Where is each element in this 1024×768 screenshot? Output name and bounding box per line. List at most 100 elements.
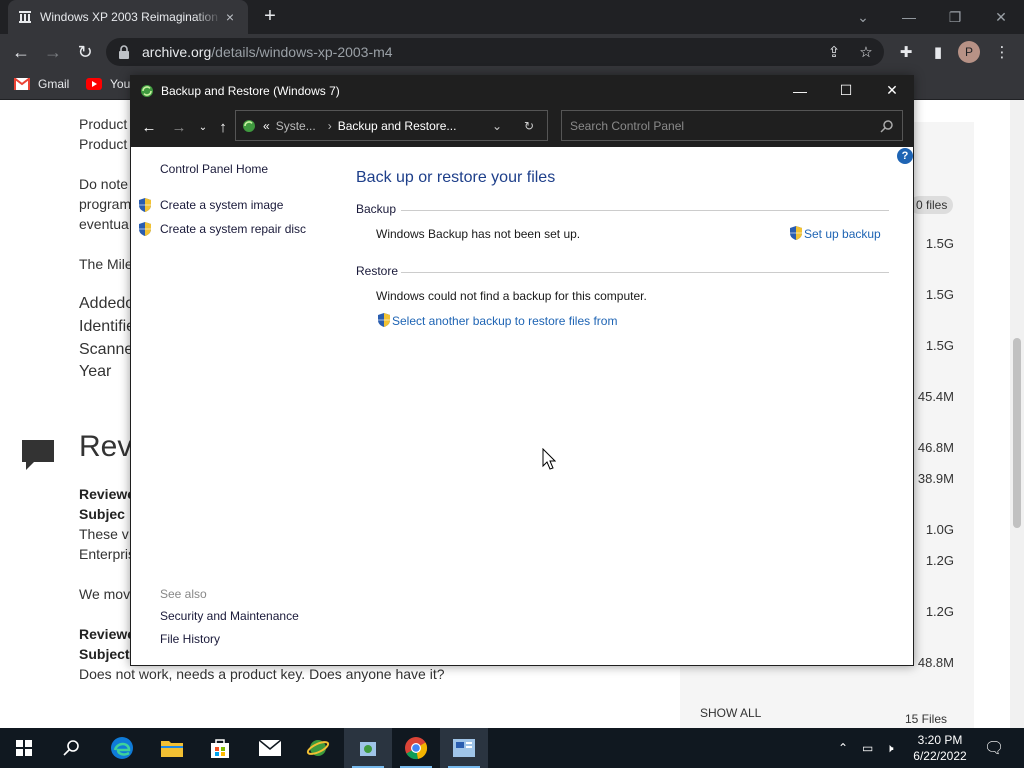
review-line: These v bbox=[79, 526, 129, 542]
chevron-right-icon: › bbox=[327, 118, 332, 133]
url-path: /details/windows-xp-2003-m4 bbox=[211, 44, 393, 60]
address-bar[interactable]: archive.org/details/windows-xp-2003-m4 ⇪… bbox=[106, 38, 884, 66]
shield-icon bbox=[139, 222, 151, 236]
forward-arrow-icon[interactable]: → bbox=[169, 117, 189, 137]
backup-restore-icon bbox=[360, 742, 376, 756]
bookmark-gmail[interactable]: Gmail bbox=[14, 77, 69, 91]
create-repair-disc-link[interactable]: Create a system repair disc bbox=[160, 222, 306, 236]
maximize-window-button[interactable]: ☐ bbox=[823, 76, 869, 105]
chrome-icon bbox=[405, 737, 428, 760]
side-panel-icon[interactable]: ▮ bbox=[928, 42, 948, 62]
edge-app[interactable] bbox=[98, 728, 146, 768]
shield-icon bbox=[139, 198, 151, 212]
control-panel-app[interactable] bbox=[440, 728, 488, 768]
minimize-window-button[interactable]: — bbox=[777, 76, 823, 105]
window-content: ? Control Panel Home Create a system ima… bbox=[131, 147, 913, 665]
review-line: Reviewe bbox=[79, 486, 136, 502]
review-line: Subject bbox=[79, 646, 130, 662]
scrollbar-thumb[interactable] bbox=[1013, 338, 1021, 528]
close-window-button[interactable]: ✕ bbox=[869, 76, 915, 105]
browser-tab[interactable]: Windows XP 2003 Reimagination × bbox=[8, 0, 248, 34]
tab-search-icon[interactable]: ⌄ bbox=[840, 0, 886, 34]
taskbar: ⌃ ▭ 🕨 3:20 PM 6/22/2022 🗨 bbox=[0, 728, 1024, 768]
show-all-link[interactable]: SHOW ALL bbox=[700, 706, 761, 720]
clock[interactable]: 3:20 PM 6/22/2022 bbox=[910, 732, 970, 764]
breadcrumb-current[interactable]: Backup and Restore... bbox=[338, 119, 457, 133]
network-icon[interactable]: ▭ bbox=[862, 728, 873, 768]
shield-icon bbox=[378, 313, 390, 327]
show-hidden-icons[interactable]: ⌃ bbox=[838, 728, 848, 768]
close-tab-icon[interactable]: × bbox=[222, 9, 238, 25]
control-panel-home-link[interactable]: Control Panel Home bbox=[160, 162, 268, 176]
review-line: Subjec bbox=[79, 506, 125, 522]
refresh-icon[interactable]: ↻ bbox=[524, 119, 534, 133]
ie-app[interactable] bbox=[294, 728, 342, 768]
back-arrow-icon[interactable]: ← bbox=[139, 117, 159, 137]
explorer-address-row: ← → ⌄ ↑ « Syste... › Backup and Restore.… bbox=[131, 105, 913, 147]
search-icon bbox=[880, 120, 893, 133]
help-icon[interactable]: ? bbox=[897, 148, 913, 164]
notifications-icon[interactable]: 🗨 bbox=[984, 728, 1004, 768]
set-up-backup-link[interactable]: Set up backup bbox=[804, 227, 881, 241]
up-arrow-icon[interactable]: ↑ bbox=[213, 117, 233, 137]
volume-icon[interactable]: 🕨 bbox=[886, 728, 894, 768]
extensions-icon[interactable]: ✚ bbox=[896, 42, 916, 62]
backup-restore-app[interactable] bbox=[344, 728, 392, 768]
bookmark-star-icon[interactable]: ☆ bbox=[856, 42, 876, 62]
menu-icon[interactable]: ⋮ bbox=[992, 42, 1012, 62]
lock-icon bbox=[119, 45, 129, 59]
chevron-down-icon[interactable]: ⌄ bbox=[492, 119, 502, 133]
select-another-backup-link[interactable]: Select another backup to restore files f… bbox=[392, 314, 617, 328]
store-app[interactable] bbox=[196, 728, 244, 768]
youtube-icon bbox=[86, 78, 102, 90]
page-scrollbar[interactable] bbox=[1010, 100, 1024, 728]
folder-icon bbox=[161, 741, 183, 757]
search-control-panel-input[interactable]: Search Control Panel bbox=[561, 110, 903, 141]
profile-avatar[interactable]: P bbox=[958, 41, 980, 63]
meta-label: Scanne bbox=[79, 341, 134, 358]
shield-icon bbox=[790, 226, 802, 240]
back-icon[interactable]: ← bbox=[8, 39, 34, 65]
file-count: 15 Files bbox=[905, 712, 948, 726]
search-icon bbox=[63, 740, 79, 756]
comment-icon bbox=[22, 440, 54, 470]
minimize-browser-button[interactable]: — bbox=[886, 0, 932, 34]
recent-locations-icon[interactable]: ⌄ bbox=[193, 117, 213, 137]
security-maintenance-link[interactable]: Security and Maintenance bbox=[160, 609, 299, 623]
clock-time: 3:20 PM bbox=[917, 733, 963, 747]
share-icon[interactable]: ⇪ bbox=[824, 42, 844, 62]
close-browser-button[interactable]: ✕ bbox=[978, 0, 1024, 34]
file-explorer-app[interactable] bbox=[148, 728, 196, 768]
chrome-app[interactable] bbox=[392, 728, 440, 768]
internet-explorer-icon bbox=[306, 740, 330, 756]
description-text: program bbox=[79, 196, 132, 212]
review-line: Enterpris bbox=[79, 546, 136, 562]
restore-status-text: Windows could not find a backup for this… bbox=[376, 289, 647, 303]
file-size: 1.5G bbox=[925, 338, 954, 353]
bookmark-youtube[interactable]: You bbox=[86, 77, 130, 91]
reload-icon[interactable]: ↻ bbox=[72, 39, 98, 65]
url-text: archive.org/details/windows-xp-2003-m4 bbox=[142, 44, 393, 60]
meta-label: Year bbox=[79, 363, 112, 380]
explorer-address-bar[interactable]: « Syste... › Backup and Restore... ⌄ ↻ bbox=[235, 110, 548, 141]
start-button[interactable] bbox=[0, 728, 48, 768]
bookmark-label: You bbox=[110, 77, 131, 91]
file-history-link[interactable]: File History bbox=[160, 632, 220, 646]
description-text: Do note bbox=[79, 176, 129, 192]
file-size: 48.8M bbox=[917, 655, 954, 670]
section-divider bbox=[401, 210, 889, 211]
forward-icon[interactable]: → bbox=[40, 39, 66, 65]
search-placeholder: Search Control Panel bbox=[570, 118, 685, 133]
breadcrumb-item[interactable]: Syste... bbox=[276, 119, 316, 133]
mail-app[interactable] bbox=[246, 728, 294, 768]
breadcrumb-overflow[interactable]: « bbox=[263, 119, 270, 133]
edge-icon bbox=[111, 737, 133, 759]
restore-browser-button[interactable]: ❐ bbox=[932, 0, 978, 34]
create-system-image-link[interactable]: Create a system image bbox=[160, 198, 283, 212]
meta-label: Addedo bbox=[79, 295, 135, 312]
file-size: 38.9M bbox=[917, 471, 954, 486]
control-panel-icon bbox=[453, 739, 475, 757]
new-tab-button[interactable]: + bbox=[258, 6, 282, 28]
review-line: We mov bbox=[79, 586, 131, 602]
taskbar-search-button[interactable] bbox=[48, 728, 96, 768]
